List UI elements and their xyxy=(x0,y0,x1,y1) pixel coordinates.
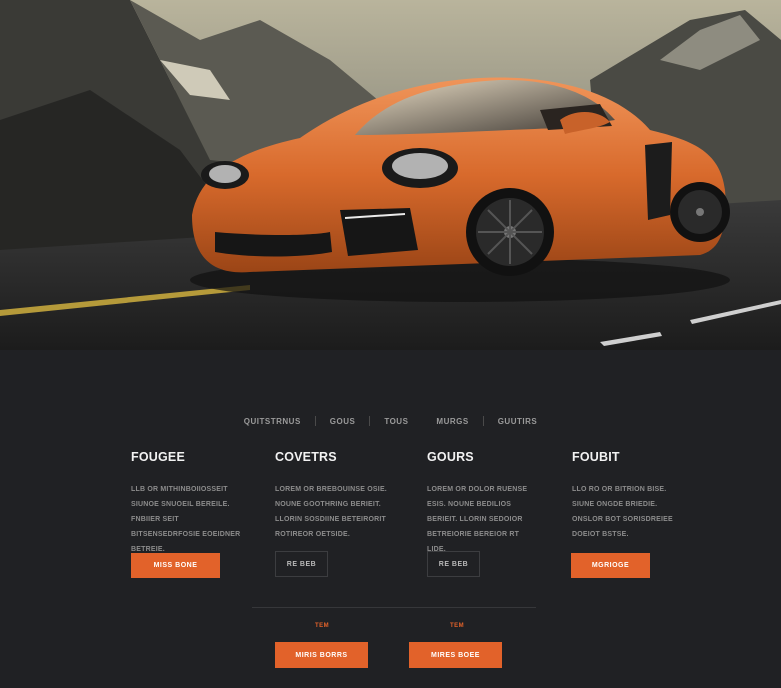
column-text: LOREM OR DOLOR RUENSE ESIS. NOUNE BEDILI… xyxy=(427,486,528,553)
hero-image xyxy=(0,0,781,350)
feature-column-2: COVETRS LOREM OR BREBOUINSE OSIE. NOUNE … xyxy=(275,450,395,542)
column-text: LLO RO OR BITRION BISE. SIUNE ONGDE BRIE… xyxy=(572,486,673,538)
subnav-item-1[interactable]: QUITSTRNUS xyxy=(230,417,315,426)
bottom-label-2: TEM xyxy=(450,623,465,629)
bottom-button-1[interactable]: MIRIS BORRS xyxy=(275,642,368,668)
bottom-label-1: TEM xyxy=(315,623,330,629)
column-text: LLB OR MITHINBOIIOSSEIT SIUNOE SNUOEIL B… xyxy=(131,486,241,553)
subnav-item-2[interactable]: GOUS xyxy=(316,417,370,426)
sub-navigation: QUITSTRNUS GOUS TOUS MURGS GUUTIRS xyxy=(0,416,781,426)
subnav-item-3[interactable]: TOUS xyxy=(370,417,422,426)
sports-car-illustration xyxy=(0,0,781,350)
column-3-button[interactable]: RE BEB xyxy=(427,551,480,577)
feature-column-4: FOUBIT LLO RO OR BITRION BISE. SIUNE ONG… xyxy=(572,450,692,542)
column-title: GOURS xyxy=(427,450,474,464)
subnav-item-5[interactable]: GUUTIRS xyxy=(484,417,552,426)
bottom-button-2[interactable]: MIRES BOEE xyxy=(409,642,502,668)
column-title: COVETRS xyxy=(275,450,337,464)
column-title: FOUBIT xyxy=(572,450,620,464)
column-title: FOUGEE xyxy=(131,450,185,464)
column-text: LOREM OR BREBOUINSE OSIE. NOUNE GOOTHRIN… xyxy=(275,486,387,538)
feature-column-1: FOUGEE LLB OR MITHINBOIIOSSEIT SIUNOE SN… xyxy=(131,450,251,557)
column-4-button[interactable]: MGRIOGE xyxy=(571,553,650,578)
column-2-button[interactable]: RE BEB xyxy=(275,551,328,577)
feature-column-3: GOURS LOREM OR DOLOR RUENSE ESIS. NOUNE … xyxy=(427,450,547,557)
subnav-item-4[interactable]: MURGS xyxy=(422,417,482,426)
content-section: QUITSTRNUS GOUS TOUS MURGS GUUTIRS FOUGE… xyxy=(0,350,781,688)
column-1-button[interactable]: MISS BONE xyxy=(131,553,220,578)
section-divider xyxy=(252,607,536,608)
